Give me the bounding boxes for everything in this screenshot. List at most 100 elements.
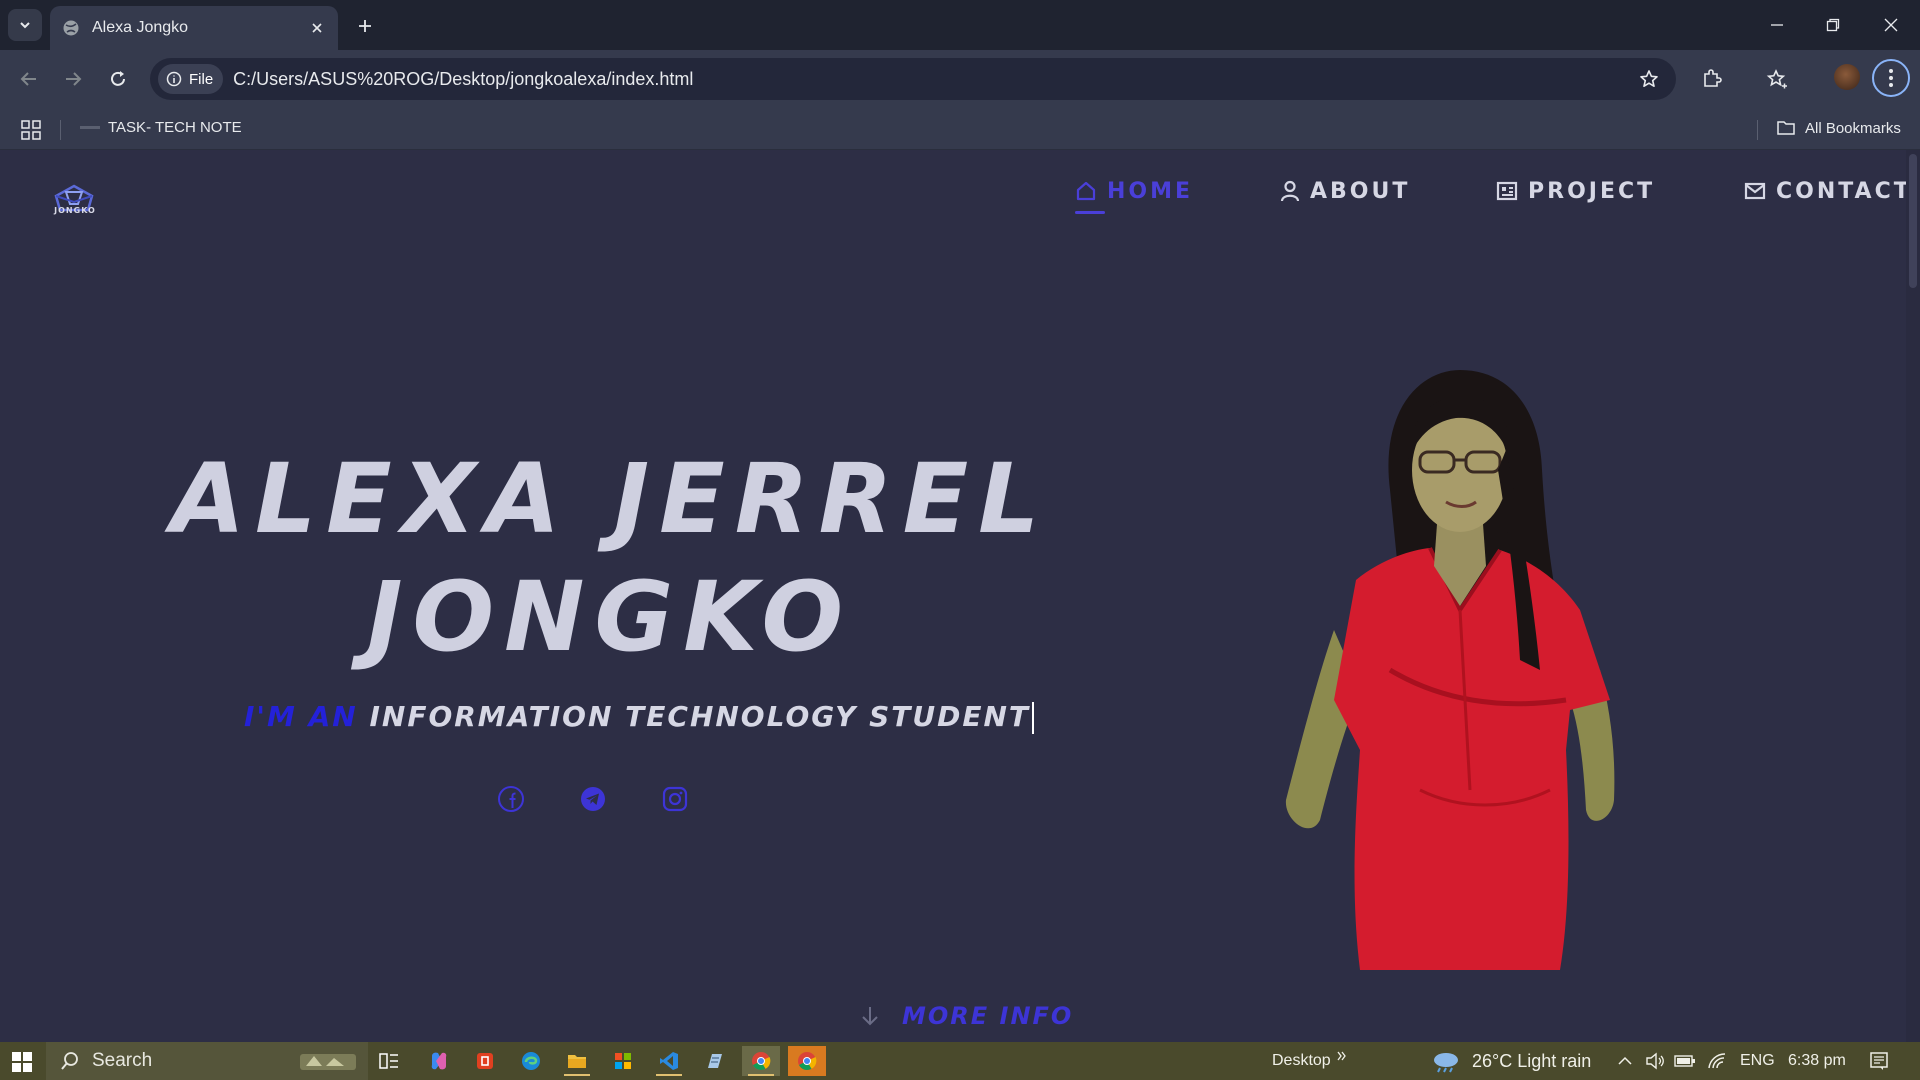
facebook-link[interactable]: [494, 782, 528, 816]
volume-button[interactable]: [1644, 1051, 1666, 1071]
store-icon: [615, 1053, 631, 1069]
copilot-app[interactable]: [420, 1046, 458, 1076]
address-bar[interactable]: File C:/Users/ASUS%20ROG/Desktop/jongkoa…: [150, 58, 1676, 100]
nav-contact-label: CONTACT: [1776, 178, 1912, 204]
weather-rain-icon[interactable]: [1430, 1050, 1462, 1074]
nav-about-label: ABOUT: [1310, 178, 1411, 204]
nav-about[interactable]: ABOUT: [1280, 176, 1410, 206]
more-info-link[interactable]: MORE INFO: [860, 1002, 1073, 1030]
reload-button[interactable]: [103, 64, 133, 94]
scrollbar-thumb[interactable]: [1909, 154, 1917, 288]
chrome-icon: [798, 1052, 817, 1070]
folder-icon: [568, 1055, 586, 1068]
browser-menu-button[interactable]: [1872, 59, 1910, 97]
apps-grid-icon[interactable]: [20, 119, 42, 141]
edge-app[interactable]: [512, 1046, 550, 1076]
extensions-button[interactable]: [1697, 64, 1727, 94]
all-bookmarks-button[interactable]: All Bookmarks: [1776, 119, 1901, 137]
vscode-app[interactable]: [650, 1046, 688, 1076]
restore-button[interactable]: [1820, 12, 1846, 38]
nav-home[interactable]: HOME: [1075, 176, 1193, 206]
browser-tab[interactable]: Alexa Jongko: [50, 6, 338, 50]
bookmark-favicon: [80, 126, 100, 129]
site-info-label: File: [189, 70, 214, 88]
plus-icon: [359, 20, 371, 32]
wifi-button[interactable]: [1706, 1051, 1728, 1071]
url-text[interactable]: C:/Users/ASUS%20ROG/Desktop/jongkoalexa/…: [233, 69, 1634, 90]
forward-button[interactable]: [58, 64, 88, 94]
instagram-icon: [662, 786, 688, 812]
notes-icon: [708, 1054, 722, 1068]
nav-contact[interactable]: CONTACT: [1744, 176, 1912, 206]
globe-icon: [63, 20, 79, 36]
home-icon: [1076, 181, 1096, 201]
notes-app[interactable]: [696, 1046, 734, 1076]
instagram-link[interactable]: [658, 782, 692, 816]
back-button[interactable]: [14, 64, 44, 94]
copilot-icon: [431, 1052, 447, 1070]
file-explorer-app[interactable]: [558, 1046, 596, 1076]
running-indicator: [748, 1074, 774, 1076]
task-view-button[interactable]: [370, 1046, 408, 1076]
language-indicator[interactable]: ENG: [1740, 1052, 1775, 1070]
more-info-label: MORE INFO: [902, 1002, 1074, 1030]
chrome-app-window[interactable]: [788, 1046, 826, 1076]
star-list-icon: [1766, 69, 1787, 89]
user-icon: [1280, 180, 1300, 202]
close-window-button[interactable]: [1878, 12, 1904, 38]
office-app[interactable]: [466, 1046, 504, 1076]
weather-text[interactable]: 26°C Light rain: [1472, 1051, 1591, 1072]
taskbar-search-label: Search: [92, 1050, 153, 1071]
notification-icon: [1870, 1052, 1888, 1070]
web-page: JONGKO HOME ABOUT PROJECT CONTACT ALEXA …: [0, 150, 1920, 1042]
bookmark-divider: [1757, 120, 1758, 140]
subtitle-accent: I'M AN: [244, 700, 358, 733]
mail-icon: [1744, 182, 1766, 200]
bookmark-item[interactable]: TASK- TECH NOTE: [80, 119, 242, 136]
battery-button[interactable]: [1674, 1051, 1696, 1071]
typing-caret: [1032, 702, 1035, 734]
minimize-button[interactable]: [1764, 12, 1790, 38]
search-icon: [61, 1052, 78, 1070]
hero-name-line1: ALEXA JERREL: [170, 443, 1050, 555]
show-hidden-icons-button[interactable]: [1614, 1051, 1636, 1071]
telegram-link[interactable]: [576, 782, 610, 816]
nav-project-label: PROJECT: [1528, 178, 1656, 204]
windows-start-icon[interactable]: [12, 1052, 32, 1072]
info-icon: [166, 71, 182, 87]
nav-project[interactable]: PROJECT: [1496, 176, 1655, 206]
hero-subtitle: I'M AN INFORMATION TECHNOLOGY STUDENT: [244, 700, 1035, 734]
desktop-toolbar-label[interactable]: Desktop: [1272, 1052, 1331, 1070]
puzzle-icon: [1704, 69, 1722, 87]
tab-title: Alexa Jongko: [92, 19, 189, 36]
profile-portrait: [1285, 370, 1615, 970]
bookmarks-bar: TASK- TECH NOTE All Bookmarks: [0, 108, 1920, 150]
bookmark-star-button[interactable]: [1634, 64, 1664, 94]
speaker-icon: [1646, 1052, 1664, 1070]
chevron-right-icon[interactable]: [1336, 1050, 1348, 1062]
taskbar-search-box[interactable]: Search: [46, 1042, 368, 1080]
new-tab-button[interactable]: [352, 13, 378, 39]
close-icon: [312, 23, 322, 33]
facebook-icon: [498, 786, 524, 812]
chevron-down-icon: [20, 22, 30, 29]
telegram-icon: [581, 787, 605, 811]
site-info-chip[interactable]: File: [158, 64, 224, 94]
profile-avatar[interactable]: [1834, 64, 1860, 90]
battery-icon: [1674, 1055, 1695, 1067]
store-app[interactable]: [604, 1046, 642, 1076]
notifications-button[interactable]: [1868, 1051, 1890, 1071]
logo-text: JONGKO: [54, 206, 96, 215]
star-icon: [1640, 70, 1658, 87]
clock[interactable]: 6:38 pm: [1788, 1052, 1846, 1070]
folder-icon: [1777, 121, 1795, 135]
search-highlight-icon: [300, 1054, 356, 1070]
edge-icon: [522, 1052, 540, 1070]
close-tab-button[interactable]: [308, 19, 326, 37]
chrome-app[interactable]: [742, 1046, 780, 1076]
tab-search-button[interactable]: [8, 9, 42, 41]
subtitle-rest: INFORMATION TECHNOLOGY STUDENT: [369, 700, 1031, 733]
tab-strip: Alexa Jongko: [0, 0, 1920, 50]
bookmarks-button[interactable]: [1762, 64, 1792, 94]
bookmark-divider: [60, 120, 61, 140]
